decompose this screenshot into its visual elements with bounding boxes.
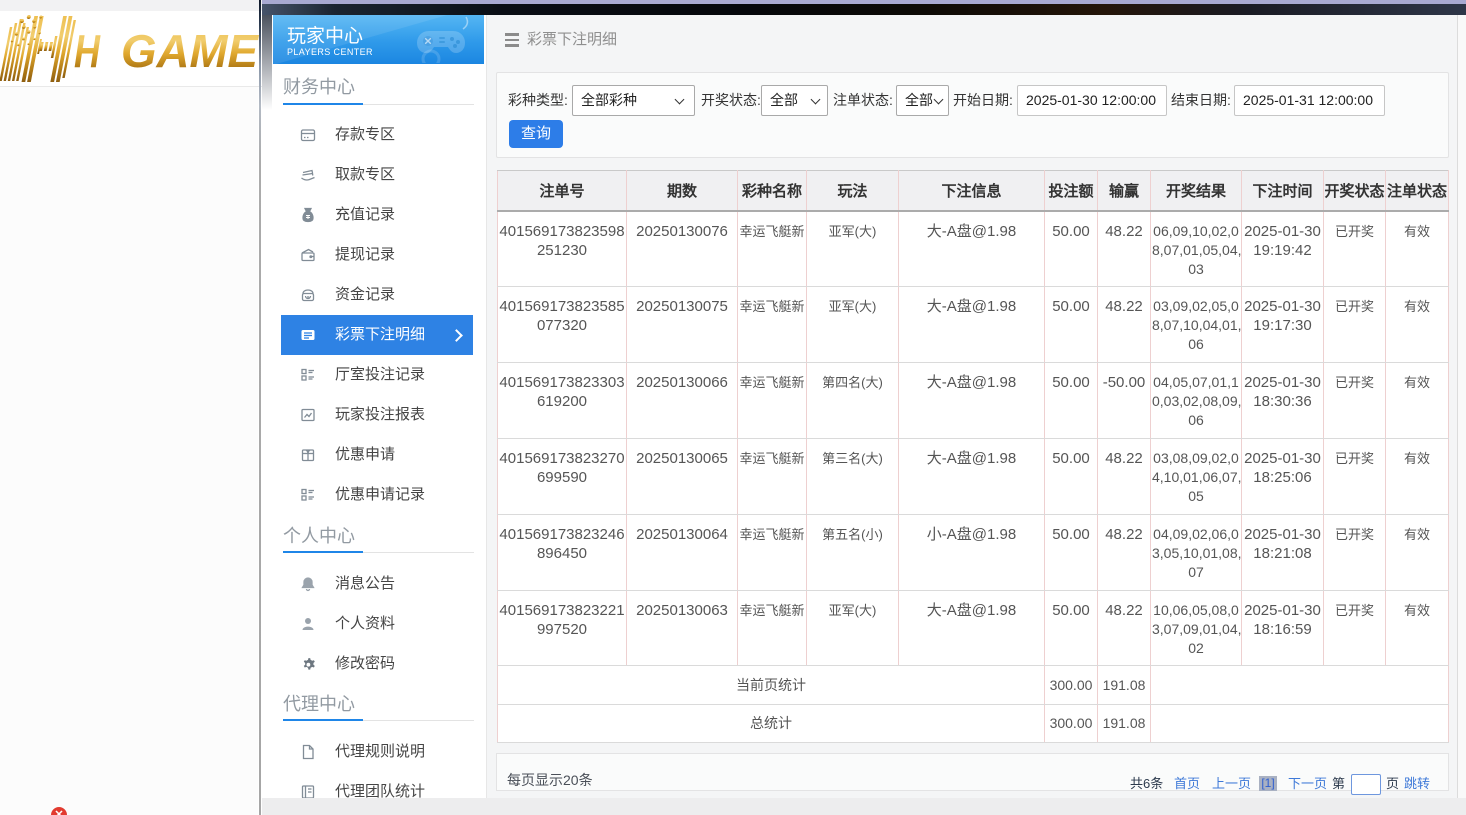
svg-text:GAME: GAME — [121, 25, 259, 77]
svg-text:H: H — [74, 25, 101, 77]
